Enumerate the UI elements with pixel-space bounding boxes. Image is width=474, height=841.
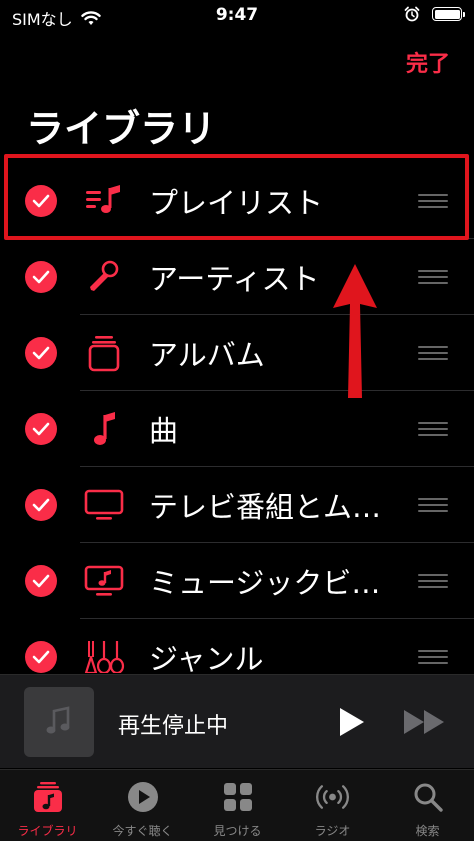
library-row-playlist[interactable]: プレイリスト — [0, 163, 474, 239]
tab-listen-now[interactable]: 今すぐ聴く — [95, 770, 190, 841]
battery-icon — [432, 7, 465, 21]
library-row-label: 曲 — [149, 414, 179, 448]
tab-label: ラジオ — [314, 824, 351, 838]
library-row-artists[interactable]: アーティスト — [0, 239, 474, 315]
status-time: 9:47 — [215, 5, 259, 25]
music-video-icon — [82, 561, 126, 601]
library-row-label: テレビ番組とム… — [149, 490, 382, 524]
fast-forward-button[interactable] — [400, 705, 450, 739]
library-row-label: アーティスト — [149, 262, 320, 296]
play-button[interactable] — [334, 703, 370, 741]
tab-library[interactable]: ライブラリ — [0, 770, 95, 841]
library-row-label: アルバム — [149, 338, 265, 372]
tab-radio[interactable]: ラジオ — [285, 770, 380, 841]
tv-icon — [82, 485, 126, 525]
status-right — [404, 6, 465, 22]
reorder-grip-icon[interactable] — [418, 650, 448, 664]
reorder-grip-icon[interactable] — [418, 498, 448, 512]
status-bar: SIMなし 9:47 — [0, 0, 474, 32]
reorder-grip-icon[interactable] — [418, 346, 448, 360]
library-row-songs[interactable]: 曲 — [0, 391, 474, 467]
play-icon — [340, 708, 364, 736]
tab-browse[interactable]: 見つける — [190, 770, 285, 841]
checkmark-icon[interactable] — [25, 337, 57, 369]
now-playing-title: 再生停止中 — [118, 714, 229, 739]
artwork-placeholder[interactable] — [24, 687, 94, 757]
alarm-icon — [404, 6, 420, 22]
library-row-label: ミュージックビ… — [149, 566, 381, 600]
checkmark-icon[interactable] — [25, 565, 57, 597]
library-row-albums[interactable]: アルバム — [0, 315, 474, 391]
checkmark-icon[interactable] — [25, 413, 57, 445]
tab-label: 検索 — [415, 824, 440, 838]
microphone-icon — [82, 257, 126, 297]
library-row-genres[interactable]: ジャンル — [0, 619, 474, 673]
library-row-music-videos[interactable]: ミュージックビ… — [0, 543, 474, 619]
tab-search[interactable]: 検索 — [380, 770, 474, 841]
tab-label: 見つける — [213, 824, 262, 838]
done-button[interactable]: 完了 — [406, 46, 450, 78]
tab-bar: ライブラリ 今すぐ聴く 見つける ラジオ 検索 — [0, 769, 474, 841]
radio-icon — [316, 780, 349, 813]
checkmark-icon[interactable] — [25, 641, 57, 673]
fast-forward-icon — [404, 710, 444, 734]
library-row-tv-shows-movies[interactable]: テレビ番組とム… — [0, 467, 474, 543]
reorder-grip-icon[interactable] — [418, 574, 448, 588]
tab-label: ライブラリ — [17, 824, 78, 838]
checkmark-icon[interactable] — [25, 489, 57, 521]
listen-now-icon — [126, 780, 159, 813]
checkmark-icon[interactable] — [25, 261, 57, 293]
reorder-grip-icon[interactable] — [418, 422, 448, 436]
reorder-grip-icon[interactable] — [418, 194, 448, 208]
music-note-icon — [46, 706, 70, 734]
library-row-label: プレイリスト — [149, 186, 324, 220]
mini-player[interactable]: 再生停止中 — [0, 674, 474, 768]
browse-icon — [221, 780, 254, 813]
page-title: ライブラリ — [26, 107, 217, 151]
reorder-grip-icon[interactable] — [418, 270, 448, 284]
album-icon — [82, 333, 126, 373]
search-icon — [411, 780, 444, 813]
checkmark-icon[interactable] — [25, 185, 57, 217]
tab-label: 今すぐ聴く — [112, 824, 173, 838]
music-note-icon — [82, 409, 126, 449]
library-row-label: ジャンル — [149, 642, 264, 673]
genre-icon — [82, 637, 126, 673]
playlist-icon — [82, 181, 126, 221]
library-category-list: プレイリスト アーティスト アルバム 曲 テレビ番組とム… ミュージックビ… ジ… — [0, 163, 474, 673]
library-icon — [31, 780, 64, 813]
